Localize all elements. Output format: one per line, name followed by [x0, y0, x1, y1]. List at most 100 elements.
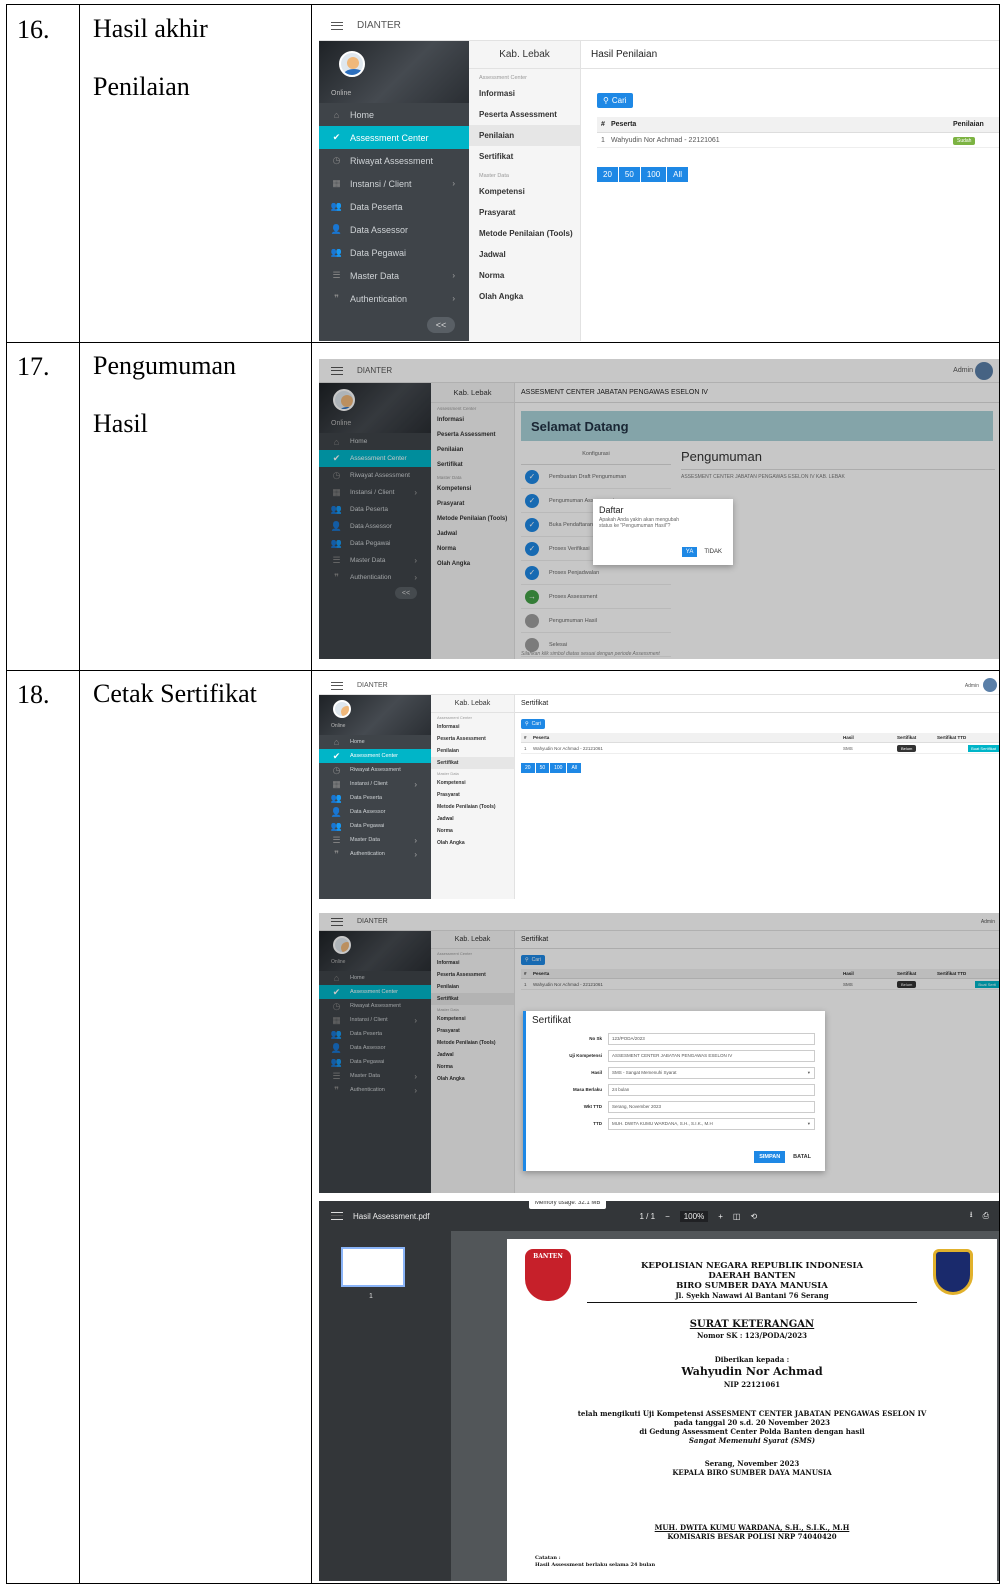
pdf-page: BANTEN KEPOLISIAN NEGARA REPUBLIK INDONE… — [507, 1239, 997, 1581]
table-row[interactable]: 1 Wahyudin Nor Achmad - 22121061 SMS Belum B… — [521, 743, 999, 754]
arrow-circle-icon: → — [525, 589, 539, 604]
sidebar-item-instansi[interactable]: ▦ Instansi / Client › — [319, 172, 469, 195]
form-row: Uji Kompetensi ASSESMENT CENTER JABATAN P… — [526, 1047, 825, 1064]
check-circle-icon: ✓ — [525, 541, 539, 556]
page-size-selector[interactable]: 20 50 100 All — [597, 167, 689, 182]
submenu: Kab. Lebak Assessment Center Informasi P… — [469, 41, 581, 341]
welcome-banner: Selamat Datang — [521, 411, 993, 441]
menu-icon[interactable] — [331, 1212, 343, 1220]
submenu-metode[interactable]: Metode Penilaian (Tools) — [469, 223, 580, 244]
users-icon: 👥 — [330, 201, 343, 211]
sidebar-item-assessment-center[interactable]: ✔ Assessment Center — [319, 126, 469, 149]
row-number: 16. — [17, 15, 50, 44]
submenu-penilaian[interactable]: Penilaian — [469, 125, 580, 146]
workflow-step-label: Buka Pendaftaran — [549, 521, 594, 528]
zoom-out-icon[interactable]: − — [665, 1212, 670, 1221]
table-row[interactable]: 1 Wahyudin Nor Achmad - 22121061 Sudah — [597, 133, 999, 148]
home-icon: ⌂ — [333, 109, 340, 120]
submenu-sertifikat[interactable]: Sertifikat — [469, 146, 580, 167]
fit-page-icon[interactable]: ◫ — [733, 1212, 741, 1221]
police-emblem — [933, 1249, 973, 1295]
sertifikat-form-dialog: Sertifikat No Sk 123/PODA/2023 Uji Kompete… — [523, 1011, 825, 1171]
workflow-step[interactable]: → Proses Assessment — [521, 585, 671, 609]
submenu-norma[interactable]: Norma — [469, 265, 580, 286]
screenshot-sertifikat-list: DIANTER Admin Online ⌂ Home ✔ Assessment C… — [319, 677, 999, 899]
submenu-kompetensi[interactable]: Kompetensi — [469, 181, 580, 202]
confirm-dialog: Daftar Apakah Anda yakin akan mengubah s… — [593, 499, 733, 565]
user-edit-icon: 👤 — [330, 224, 343, 234]
text-field[interactable]: ASSESMENT CENTER JABATAN PENGAWAS ESELON… — [608, 1049, 815, 1062]
submenu-jadwal[interactable]: Jadwal — [469, 244, 580, 265]
field-label: TTD — [593, 1121, 602, 1126]
sidebar-item-data-peserta[interactable]: 👥 Data Peserta — [319, 195, 469, 218]
row-label: Pengumuman Hasil — [93, 351, 236, 438]
workflow-step-label: Proses Penjadwalan — [549, 569, 600, 576]
cancel-button[interactable]: BATAL — [789, 1151, 815, 1163]
workflow-step[interactable]: Pengumuman Hasil — [521, 609, 671, 633]
page-title: Sertifikat — [515, 695, 999, 713]
page-thumbnail[interactable] — [341, 1247, 405, 1287]
submenu-olah-angka[interactable]: Olah Angka — [469, 286, 580, 307]
form-row: Wkt TTD Serang, November 2023 — [526, 1098, 825, 1115]
field-label: Wkt TTD — [583, 1104, 602, 1109]
save-button[interactable]: SIMPAN — [754, 1151, 786, 1163]
page-title: Hasil Penilaian — [581, 41, 999, 69]
text-field[interactable]: Serang, November 2023 — [608, 1100, 815, 1113]
sidebar-item-authentication[interactable]: ❞ Authentication › — [319, 287, 469, 310]
download-icon[interactable]: ⭳ — [970, 1209, 973, 1223]
print-icon[interactable]: ⎙ — [983, 1211, 989, 1221]
zoom-in-icon[interactable]: + — [718, 1212, 723, 1221]
text-field[interactable]: 24 bulan — [608, 1083, 815, 1096]
check-circle-icon: ✓ — [525, 565, 539, 580]
row-label: Hasil akhir Penilaian — [93, 14, 208, 101]
screenshot-pengumuman: DIANTER Admin Online ⌂ Home ✔ Assessment C… — [319, 359, 999, 659]
menu-icon[interactable] — [331, 21, 343, 30]
field-label: Hasil — [591, 1070, 602, 1075]
pengumuman-text: ASSESMENT CENTER JABATAN PENGAWAS ESELON… — [681, 469, 995, 480]
workflow-step[interactable]: ✓ Pembuatan Draft Pengumuman — [521, 465, 671, 489]
select-field[interactable]: MUH. DWITA KUMU WARDANA, S.H., S.I.K., M… — [608, 1117, 815, 1130]
sidebar-item-riwayat[interactable]: ◷ Riwayat Assessment — [319, 149, 469, 172]
screenshot-hasil-penilaian: DIANTER Online ⌂ Home ✔ Assessment Center … — [319, 11, 999, 341]
group-icon: 👥 — [330, 247, 343, 257]
sidebar-item-data-assessor[interactable]: 👤 Data Assessor — [319, 218, 469, 241]
search-icon: ⚲ — [603, 96, 609, 105]
submenu-prasyarat[interactable]: Prasyarat — [469, 202, 580, 223]
check-circle-icon: ✔ — [332, 132, 341, 142]
banten-logo: BANTEN — [525, 1249, 571, 1301]
sidebar-item-home[interactable]: ⌂ Home — [319, 103, 469, 126]
sidebar-item-master-data[interactable]: ☰ Master Data › — [319, 264, 469, 287]
search-button[interactable]: ⚲ Cari — [521, 719, 545, 729]
memory-tooltip: Memory usage: 32.1 MB — [529, 1201, 607, 1209]
document-table: 16. Hasil akhir Penilaian 17. Pengumuman… — [6, 4, 1000, 1584]
text-field[interactable]: 123/PODA/2023 — [608, 1032, 815, 1045]
circle-icon — [525, 637, 539, 652]
buat-sertifikat-button[interactable]: Buat Sertifikat — [968, 744, 999, 752]
online-status: Online — [331, 90, 352, 97]
admin-label: Admin — [953, 367, 973, 374]
workflow-step-label: Selesai — [549, 641, 568, 648]
yes-button[interactable]: YA — [681, 547, 698, 557]
thumbnail-pane: 1 — [319, 1231, 451, 1581]
submenu-peserta[interactable]: Peserta Assessment — [469, 104, 580, 125]
row-number: 18. — [17, 680, 50, 709]
submenu-informasi[interactable]: Informasi — [469, 83, 580, 104]
screenshot-pdf-viewer: Hasil Assessment.pdf 1 / 1 − 100% + ◫ ⟲ … — [319, 1201, 999, 1581]
zoom-level[interactable]: 100% — [679, 1210, 709, 1222]
field-label: No Sk — [589, 1036, 602, 1041]
admin-avatar[interactable] — [975, 362, 993, 380]
collapse-button[interactable]: << — [427, 317, 455, 333]
form-row: No Sk 123/PODA/2023 — [526, 1030, 825, 1047]
search-button[interactable]: ⚲ Cari — [597, 93, 633, 108]
sidebar-item-data-pegawai[interactable]: 👥 Data Pegawai — [319, 241, 469, 264]
page-title: ASSESMENT CENTER JABATAN PENGAWAS ESELON… — [515, 383, 999, 403]
select-field[interactable]: SMS - Sangat Memenuhi Syarat ▾ — [608, 1066, 815, 1079]
app-name: DIANTER — [357, 20, 401, 31]
rotate-icon[interactable]: ⟲ — [750, 1212, 757, 1221]
pdf-filename: Hasil Assessment.pdf — [353, 1211, 430, 1221]
form-row: Hasil SMS - Sangat Memenuhi Syarat ▾ — [526, 1064, 825, 1081]
no-button[interactable]: TIDAK — [701, 547, 725, 557]
workflow-step-label: Proses Verifikasi — [549, 545, 590, 552]
building-icon: ▦ — [332, 178, 341, 188]
pengumuman-title: Pengumuman — [681, 449, 762, 464]
